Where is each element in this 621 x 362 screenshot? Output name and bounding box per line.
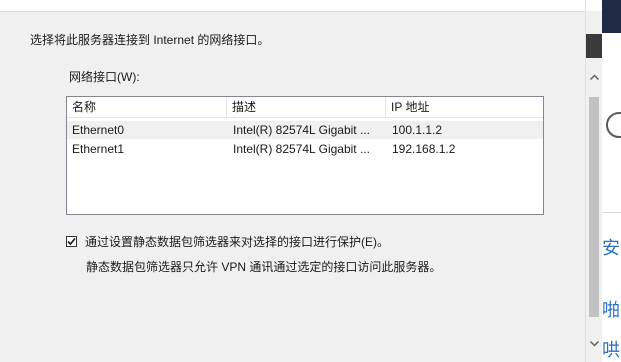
list-header: 名称 描述 IP 地址 — [67, 97, 543, 118]
checkmark-icon — [67, 237, 76, 246]
column-header-name[interactable]: 名称 — [67, 97, 227, 117]
cell-name: Ethernet1 — [72, 142, 125, 156]
background-window-header — [602, 0, 621, 33]
column-header-ip-address[interactable]: IP 地址 — [386, 97, 543, 117]
cell-description: Intel(R) 82574L Gigabit ... — [233, 142, 370, 156]
intro-text: 选择将此服务器连接到 Internet 的网络接口。 — [30, 33, 270, 47]
dialog-panel: 选择将此服务器连接到 Internet 的网络接口。 网络接口(W): 名称 描… — [0, 0, 585, 362]
cell-name: Ethernet0 — [72, 123, 125, 137]
interfaces-list[interactable]: 名称 描述 IP 地址 Ethernet0 Intel(R) 82574L Gi… — [66, 96, 544, 215]
column-header-description[interactable]: 描述 — [227, 97, 386, 117]
scrollbar-dark-band — [586, 34, 603, 58]
list-row-ethernet1[interactable]: Ethernet1 Intel(R) 82574L Gigabit ... 19… — [67, 140, 543, 158]
cell-description: Intel(R) 82574L Gigabit ... — [233, 123, 370, 137]
chevron-down-icon[interactable] — [589, 338, 600, 349]
dialog-top-divider — [0, 0, 585, 12]
circle-icon — [606, 112, 621, 138]
chevron-up-icon[interactable] — [589, 72, 600, 83]
scrollbar-thumb[interactable] — [589, 97, 599, 317]
background-text-fragment: 安 — [602, 238, 620, 258]
protect-note: 静态数据包筛选器只允许 VPN 通讯通过选定的接口访问此服务器。 — [86, 260, 442, 274]
protect-checkbox[interactable] — [66, 236, 77, 247]
scrollbar-top-cap — [586, 0, 603, 11]
cell-ip-address: 192.168.1.2 — [392, 142, 456, 156]
cell-ip-address: 100.1.1.2 — [392, 123, 443, 137]
background-text-fragment: 哄 — [602, 340, 620, 360]
background-window: 安 啪 哄 — [602, 0, 621, 362]
background-text-fragment: 啪 — [602, 300, 620, 320]
background-divider — [602, 212, 621, 213]
protect-checkbox-label[interactable]: 通过设置静态数据包筛选器来对选择的接口进行保护(E)。 — [85, 235, 389, 249]
list-row-ethernet0[interactable]: Ethernet0 Intel(R) 82574L Gigabit ... 10… — [67, 121, 543, 139]
vertical-scrollbar[interactable] — [585, 0, 603, 362]
interfaces-label: 网络接口(W): — [69, 70, 140, 84]
